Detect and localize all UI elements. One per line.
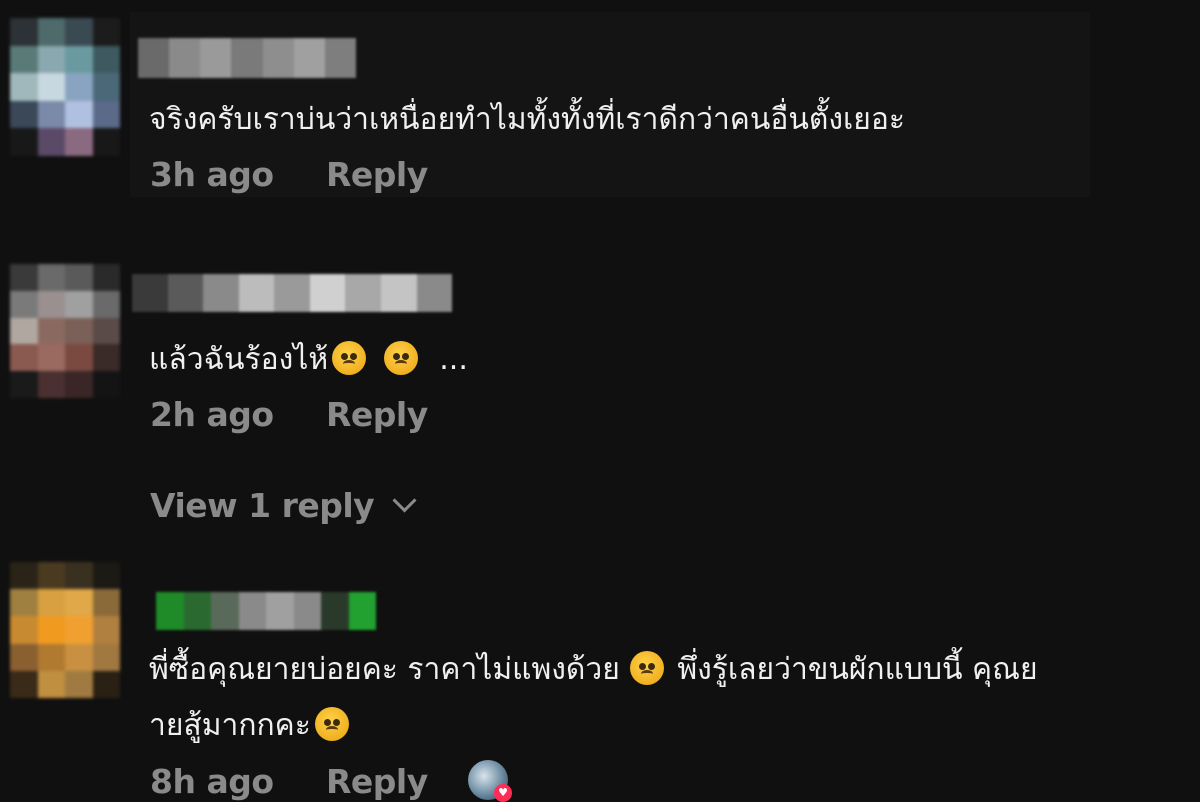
- username-blurred[interactable]: [138, 38, 356, 78]
- comment-text-ellipsis: ...: [439, 342, 468, 377]
- heart-icon: ♥: [494, 784, 512, 802]
- comment-text: แล้วฉันร้องไห้ ...: [149, 340, 468, 380]
- author-liked-avatar-icon: ♥: [468, 760, 512, 802]
- sad-face-emoji: [383, 341, 418, 375]
- username-blurred[interactable]: [156, 592, 376, 630]
- comment-timestamp: 8h ago: [150, 762, 274, 801]
- chevron-down-icon: [392, 488, 417, 513]
- user-avatar-pixelated[interactable]: [10, 562, 120, 698]
- comment-meta: 3h ago Reply: [150, 155, 428, 194]
- user-avatar-pixelated[interactable]: [10, 264, 120, 398]
- comment-text-line-1: พี่ซื้อคุณยายบ่อยคะ ราคาไม่แพงด้วย พึ่งร…: [149, 650, 1038, 690]
- user-avatar-pixelated[interactable]: [10, 18, 120, 156]
- sad-face-emoji: [332, 341, 367, 375]
- comment-timestamp: 2h ago: [150, 395, 274, 434]
- reply-button[interactable]: Reply: [326, 155, 428, 194]
- reply-button[interactable]: Reply: [326, 762, 428, 801]
- view-replies-button[interactable]: View 1 reply: [150, 486, 417, 525]
- comment-text-start: แล้วฉันร้องไห้: [149, 342, 329, 377]
- reply-button[interactable]: Reply: [326, 395, 428, 434]
- comment-meta: 8h ago Reply: [150, 762, 428, 801]
- comment-text-part-3: ายสู้มากกคะ: [149, 708, 311, 743]
- comment-text-part-1: พี่ซื้อคุณยายบ่อยคะ ราคาไม่แพงด้วย: [149, 652, 620, 687]
- comment-timestamp: 3h ago: [150, 155, 274, 194]
- comment-text-part-2: พึ่งรู้เลยว่าขนผักแบบนี้ คุณย: [677, 652, 1038, 687]
- view-replies-label: View 1 reply: [150, 486, 375, 525]
- sad-face-emoji: [629, 651, 664, 685]
- comment-text: จริงครับเราบ่นว่าเหนื่อยทำไมทั้งทั้งที่เ…: [149, 102, 906, 137]
- username-blurred[interactable]: [132, 274, 453, 312]
- sad-face-emoji: [314, 707, 349, 741]
- comment-meta: 2h ago Reply: [150, 395, 428, 434]
- comment-text-line-2: ายสู้มากกคะ: [149, 706, 353, 746]
